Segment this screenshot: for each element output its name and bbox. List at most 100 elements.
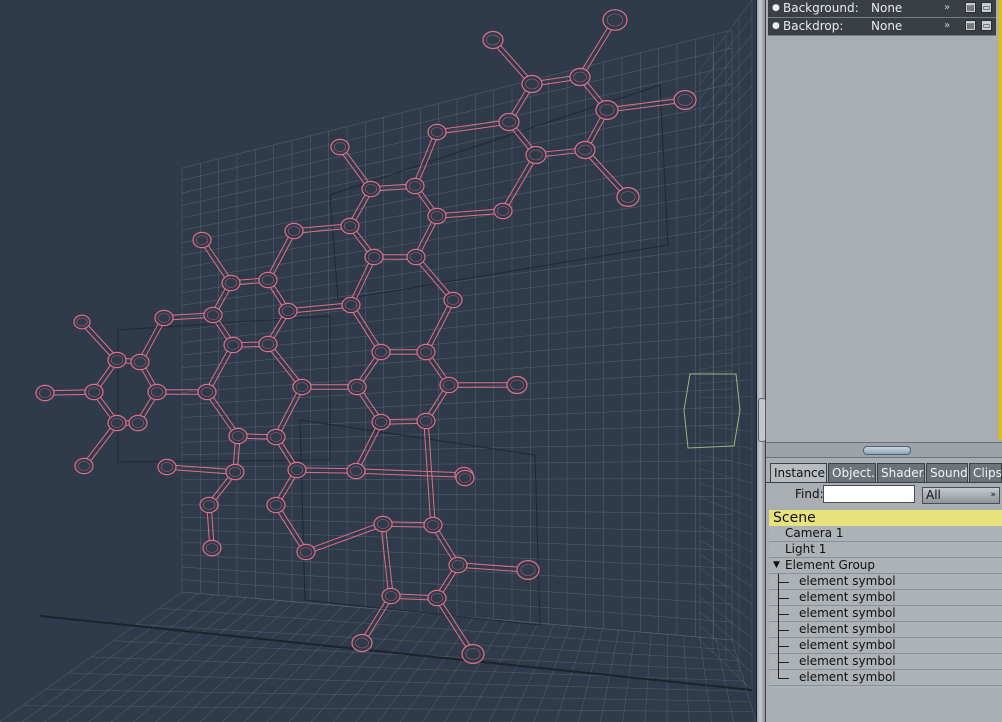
atom-sphere <box>443 291 463 309</box>
atom-sphere <box>439 376 459 394</box>
atom-sphere <box>228 427 248 445</box>
atom-sphere <box>147 383 167 401</box>
tree-item-element-symbol[interactable]: element symbol <box>769 654 1002 670</box>
save-icon[interactable]: ▤ <box>965 2 976 13</box>
atom-sphere <box>202 539 222 557</box>
bond-line <box>436 119 509 131</box>
atom-sphere <box>381 587 401 605</box>
atom-sphere <box>574 140 596 160</box>
atom-sphere <box>84 383 104 401</box>
tree-item-camera[interactable]: Camera 1 <box>769 526 1002 542</box>
atom-sphere <box>493 202 513 220</box>
property-value[interactable]: None <box>871 0 902 17</box>
tree-item-light[interactable]: Light 1 <box>769 542 1002 558</box>
atom-sphere <box>516 560 540 580</box>
bond-line <box>500 153 535 211</box>
tree-item-element-group[interactable]: ▼ Element Group <box>769 558 1002 574</box>
tree-item-label: element symbol <box>799 606 896 620</box>
atom-sphere <box>406 248 426 266</box>
grid-line <box>68 672 748 692</box>
tree-connector <box>778 678 789 679</box>
atom-sphere <box>154 309 174 327</box>
scene-header[interactable]: Scene <box>769 510 1002 526</box>
atom-sphere <box>416 343 436 361</box>
grid-line <box>22 705 754 713</box>
bond-line <box>380 524 390 597</box>
atom-sphere <box>74 457 94 475</box>
scene-tree[interactable]: Scene Camera 1 Light 1 ▼ Element Group e… <box>769 510 1002 688</box>
filter-value: All <box>926 488 941 502</box>
atom-sphere <box>347 378 367 396</box>
tree-item-element-symbol[interactable]: element symbol <box>769 638 1002 654</box>
expand-triangle-icon[interactable]: ▼ <box>773 558 780 573</box>
atom-sphere <box>296 543 316 561</box>
save-icon[interactable]: ▤ <box>965 20 976 31</box>
bond-line <box>427 300 456 354</box>
dropdown-arrow-icon[interactable]: » <box>944 17 950 34</box>
atom-sphere <box>199 496 219 514</box>
bullet-icon: ● <box>772 3 780 13</box>
atom-sphere <box>364 248 384 266</box>
dropdown-arrow-icon[interactable]: » <box>944 0 950 16</box>
atom-sphere <box>569 67 591 87</box>
atom-sphere <box>361 180 381 198</box>
horizontal-splitter[interactable] <box>766 442 1002 458</box>
folder-icon[interactable]: ▭ <box>981 20 992 31</box>
atom-sphere <box>223 336 243 354</box>
atom-sphere <box>107 351 127 369</box>
property-row-background[interactable]: ● Background: None » ▤ ▭ <box>768 0 996 18</box>
tab-object[interactable]: Object. <box>828 463 876 482</box>
splitter-grip-icon[interactable] <box>758 398 766 442</box>
tree-item-label: element symbol <box>799 638 896 652</box>
folder-icon[interactable]: ▭ <box>981 2 992 13</box>
atom-sphere <box>423 516 443 534</box>
tree-connector <box>778 646 789 647</box>
atom-sphere <box>416 412 436 430</box>
atom-sphere <box>346 462 366 480</box>
bond-line <box>167 464 236 471</box>
bond-line <box>356 468 465 474</box>
atom-sphere <box>130 353 150 371</box>
tab-sound[interactable]: Sound. <box>926 463 968 482</box>
atom-sphere <box>351 633 373 653</box>
property-value[interactable]: None <box>871 18 902 35</box>
atom-sphere <box>197 383 217 401</box>
tab-divider <box>766 482 1002 483</box>
property-label: Backdrop: <box>783 19 844 33</box>
tree-item-element-symbol[interactable]: element symbol <box>769 622 1002 638</box>
floor-edge-line <box>39 615 753 691</box>
vertical-splitter[interactable] <box>756 0 766 722</box>
tab-clips[interactable]: Clips <box>969 463 1002 482</box>
tree-item-element-symbol[interactable]: element symbol <box>769 590 1002 606</box>
tree-item-element-symbol[interactable]: element symbol <box>769 670 1002 686</box>
atom-sphere <box>595 100 619 120</box>
tab-shader[interactable]: Shader. <box>877 463 925 482</box>
atom-sphere <box>157 458 177 476</box>
atom-sphere <box>225 463 245 481</box>
tree-connector <box>778 598 789 599</box>
grid-line <box>90 656 745 682</box>
bond-line <box>607 101 686 113</box>
find-label: Find: <box>795 487 824 501</box>
find-input[interactable] <box>823 485 915 503</box>
tree-item-label: element symbol <box>799 622 896 636</box>
tree-item-element-symbol[interactable]: element symbol <box>769 606 1002 622</box>
atom-sphere <box>266 428 286 446</box>
tree-connector <box>778 614 789 615</box>
grid-line <box>136 624 739 661</box>
filter-select[interactable]: All » <box>922 487 1000 504</box>
tree-item-label: element symbol <box>799 590 896 604</box>
scene-render[interactable] <box>0 0 756 722</box>
atom-sphere <box>673 90 697 110</box>
atom-sphere <box>221 274 241 292</box>
splitter-handle-icon[interactable] <box>863 446 911 455</box>
atom-sphere <box>482 30 504 50</box>
atom-sphere <box>427 207 447 225</box>
property-row-backdrop[interactable]: ● Backdrop: None » ▤ ▭ <box>768 18 996 36</box>
bullet-icon: ● <box>772 21 780 31</box>
3d-viewport[interactable] <box>0 0 756 722</box>
tree-item-element-symbol[interactable]: element symbol <box>769 574 1002 590</box>
atom-sphere <box>341 296 361 314</box>
tree-item-label: Camera 1 <box>785 526 844 540</box>
tab-instance[interactable]: Instance. <box>770 463 827 482</box>
